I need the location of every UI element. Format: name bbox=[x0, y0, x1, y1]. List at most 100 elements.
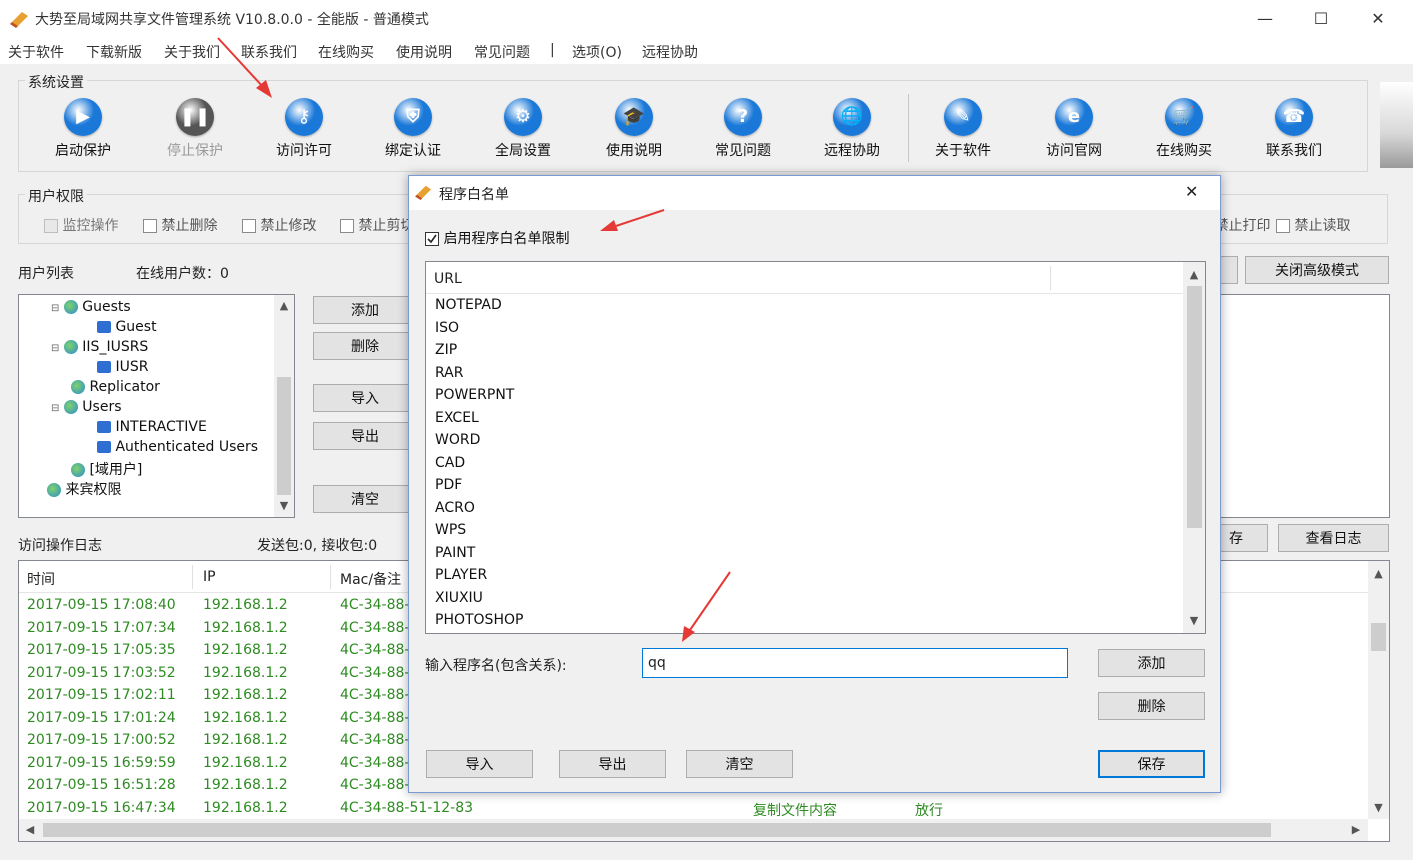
menu-faq[interactable]: 常见问题 bbox=[474, 42, 530, 62]
whitelist-scroll-thumb[interactable] bbox=[1187, 286, 1202, 528]
toolbar-button-9[interactable]: e 访问官网 bbox=[1024, 98, 1124, 162]
whitelist-import-button[interactable]: 导入 bbox=[426, 750, 533, 778]
perm-monitor-checkbox[interactable] bbox=[44, 219, 58, 233]
export-users-button[interactable]: 导出 bbox=[313, 422, 417, 450]
whitelist-delete-button[interactable]: 删除 bbox=[1098, 692, 1205, 720]
import-users-button[interactable]: 导入 bbox=[313, 384, 417, 412]
list-item[interactable]: PHOTOSHOP bbox=[435, 612, 523, 628]
close-window-button[interactable]: ✕ bbox=[1350, 0, 1406, 38]
list-item[interactable]: ISO bbox=[435, 320, 459, 336]
dialog-close-button[interactable]: ✕ bbox=[1185, 182, 1198, 201]
list-item[interactable]: NOTEPAD bbox=[435, 297, 502, 313]
toolbar-button-6[interactable]: ? 常见问题 bbox=[693, 98, 793, 162]
group-icon bbox=[47, 483, 61, 497]
log-vscrollbar[interactable]: ▲ ▼ bbox=[1368, 561, 1389, 819]
col-ip[interactable]: IP bbox=[203, 569, 216, 585]
menu-options[interactable]: 选项(O) bbox=[572, 42, 622, 62]
list-item[interactable]: ACRO bbox=[435, 500, 475, 516]
perm-no-cut[interactable]: 禁止剪切 bbox=[340, 215, 414, 235]
toolbar-button-1[interactable]: ❚❚ 停止保护 bbox=[145, 98, 245, 162]
toolbar-button-5[interactable]: 🎓 使用说明 bbox=[584, 98, 684, 162]
perm-no-read[interactable]: 禁止读取 bbox=[1276, 215, 1350, 235]
col-url[interactable]: URL bbox=[434, 271, 462, 287]
list-item[interactable]: ZIP bbox=[435, 342, 457, 358]
minimize-button[interactable]: — bbox=[1237, 0, 1293, 38]
tree-scroll-thumb[interactable] bbox=[277, 377, 291, 495]
list-item[interactable]: PDF bbox=[435, 477, 462, 493]
scroll-up-icon[interactable]: ▲ bbox=[274, 299, 294, 312]
program-name-input[interactable]: qq bbox=[642, 648, 1068, 678]
tree-node-iis-iusrs[interactable]: ⊟ IIS_IUSRS bbox=[51, 339, 148, 355]
menu-remote-assist[interactable]: 远程协助 bbox=[642, 42, 698, 62]
maximize-button[interactable]: ☐ bbox=[1293, 0, 1349, 38]
whitelist-clear-button[interactable]: 清空 bbox=[686, 750, 793, 778]
log-hscroll-thumb[interactable] bbox=[43, 823, 1271, 837]
tree-node-guest[interactable]: Guest bbox=[97, 319, 157, 335]
close-advanced-mode-button[interactable]: 关闭高级模式 bbox=[1245, 256, 1389, 284]
tree-node-iusr[interactable]: IUSR bbox=[97, 359, 148, 375]
delete-user-button[interactable]: 删除 bbox=[313, 332, 417, 360]
whitelist-save-button[interactable]: 保存 bbox=[1098, 750, 1205, 778]
scroll-right-icon[interactable]: ▶ bbox=[1349, 823, 1363, 836]
perm-no-delete-checkbox[interactable] bbox=[143, 219, 157, 233]
menu-about-us[interactable]: 关于我们 bbox=[164, 42, 220, 62]
col-mac[interactable]: Mac/备注 bbox=[340, 569, 401, 589]
menu-contact[interactable]: 联系我们 bbox=[241, 42, 297, 62]
list-item[interactable]: PLAYER bbox=[435, 567, 487, 583]
tree-node-guest-permission[interactable]: 来宾权限 bbox=[47, 479, 121, 499]
menu-manual[interactable]: 使用说明 bbox=[396, 42, 452, 62]
toolbar-button-2[interactable]: ⚷ 访问许可 bbox=[254, 98, 354, 162]
menu-download[interactable]: 下载新版 bbox=[86, 42, 142, 62]
tree-node-replicator[interactable]: Replicator bbox=[71, 379, 160, 395]
scroll-up-icon[interactable]: ▲ bbox=[1368, 567, 1389, 580]
log-hscrollbar[interactable]: ◀ ▶ bbox=[19, 819, 1368, 841]
menu-buy[interactable]: 在线购买 bbox=[318, 42, 374, 62]
list-item[interactable]: WORD bbox=[435, 432, 480, 448]
list-item[interactable]: PAINT bbox=[435, 545, 475, 561]
menu-about-software[interactable]: 关于软件 bbox=[8, 42, 64, 62]
tree-node-authenticated-users[interactable]: Authenticated Users bbox=[97, 439, 258, 455]
scroll-down-icon[interactable]: ▼ bbox=[1183, 614, 1205, 627]
hidden-button[interactable] bbox=[1220, 256, 1238, 284]
enable-whitelist-checkbox[interactable] bbox=[425, 232, 439, 246]
list-item[interactable]: EXCEL bbox=[435, 410, 479, 426]
perm-no-cut-checkbox[interactable] bbox=[340, 219, 354, 233]
col-time[interactable]: 时间 bbox=[27, 569, 55, 589]
list-item[interactable]: RAR bbox=[435, 365, 463, 381]
tree-node-users[interactable]: ⊟ Users bbox=[51, 399, 122, 415]
enable-whitelist[interactable]: 启用程序白名单限制 bbox=[425, 228, 569, 248]
toolbar-button-7[interactable]: 🌐 远程协助 bbox=[802, 98, 902, 162]
toolbar-button-0[interactable]: ▶ 启动保护 bbox=[33, 98, 133, 162]
list-item[interactable]: CAD bbox=[435, 455, 465, 471]
whitelist-export-button[interactable]: 导出 bbox=[559, 750, 666, 778]
scroll-down-icon[interactable]: ▼ bbox=[1368, 801, 1389, 814]
tree-scrollbar[interactable]: ▲ ▼ bbox=[274, 295, 294, 517]
toolbar-button-4[interactable]: ⚙ 全局设置 bbox=[473, 98, 573, 162]
list-item[interactable]: WPS bbox=[435, 522, 466, 538]
list-item[interactable]: POWERPNT bbox=[435, 387, 514, 403]
scroll-down-icon[interactable]: ▼ bbox=[274, 499, 294, 512]
perm-monitor[interactable]: 监控操作 bbox=[44, 215, 118, 235]
scroll-up-icon[interactable]: ▲ bbox=[1183, 268, 1205, 281]
add-user-button[interactable]: 添加 bbox=[313, 296, 417, 324]
tree-node-domain-users[interactable]: [域用户] bbox=[71, 459, 142, 479]
clear-users-button[interactable]: 清空 bbox=[313, 485, 417, 513]
toolbar-button-8[interactable]: ✎ 关于软件 bbox=[913, 98, 1013, 162]
perm-no-read-checkbox[interactable] bbox=[1276, 219, 1290, 233]
view-log-button[interactable]: 查看日志 bbox=[1278, 524, 1389, 552]
toolbar-button-11[interactable]: ☎ 联系我们 bbox=[1244, 98, 1344, 162]
list-item[interactable]: XIUXIU bbox=[435, 590, 483, 606]
tree-node-interactive[interactable]: INTERACTIVE bbox=[97, 419, 207, 435]
log-vscroll-thumb[interactable] bbox=[1371, 623, 1386, 651]
perm-no-modify-checkbox[interactable] bbox=[242, 219, 256, 233]
whitelist-list[interactable]: URL NOTEPAD ISO ZIP RAR POWERPNT EXCEL WORD CAD… bbox=[425, 261, 1206, 634]
scroll-left-icon[interactable]: ◀ bbox=[23, 823, 37, 836]
user-tree[interactable]: ⊟ Guests Guest ⊟ IIS_IUSRS IUSR Replicat… bbox=[18, 294, 295, 518]
whitelist-scrollbar[interactable]: ▲ ▼ bbox=[1183, 262, 1205, 633]
whitelist-add-button[interactable]: 添加 bbox=[1098, 649, 1205, 677]
perm-no-modify[interactable]: 禁止修改 bbox=[242, 215, 316, 235]
tree-node-guests[interactable]: ⊟ Guests bbox=[51, 299, 131, 315]
perm-no-delete[interactable]: 禁止删除 bbox=[143, 215, 217, 235]
toolbar-button-3[interactable]: ⛨ 绑定认证 bbox=[363, 98, 463, 162]
toolbar-button-10[interactable]: 🛒 在线购买 bbox=[1134, 98, 1234, 162]
